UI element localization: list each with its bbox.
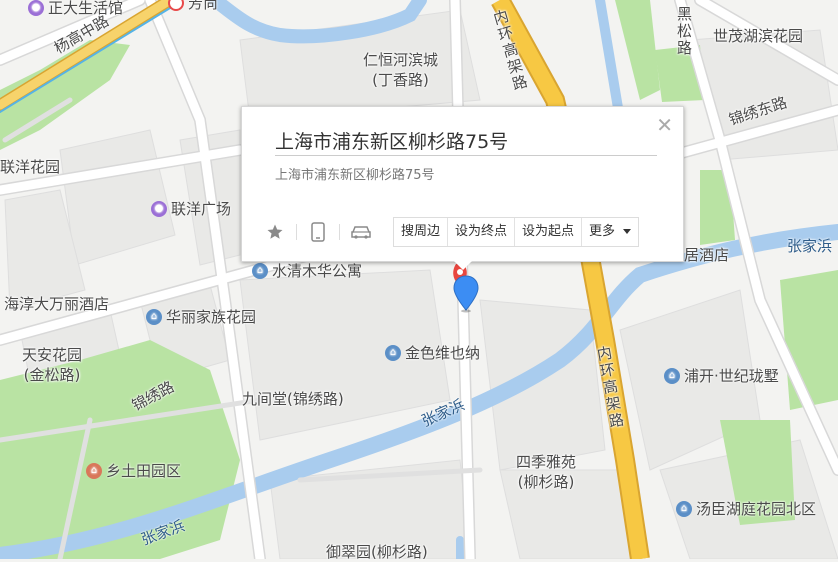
poi-pukai[interactable]: ⌂ 浦开·世纪珑墅 [664, 365, 779, 386]
place-yucuiyuan[interactable]: 御翠园(柳杉路) [326, 542, 428, 562]
poi-jinse[interactable]: ⌂ 金色维也纳 [385, 342, 480, 363]
residence-icon: ⌂ [385, 344, 401, 361]
icon-divider [339, 224, 340, 240]
more-dropdown-button[interactable]: 更多 [582, 218, 638, 246]
search-nearby-button[interactable]: 搜周边 [394, 218, 449, 246]
info-popup: 上海市浦东新区柳杉路75号 ✕ 上海市浦东新区柳杉路75号 搜周边 设为终点 设… [241, 106, 684, 270]
place-lianyang-garden[interactable]: 联洋花园 [0, 157, 60, 177]
dropdown-caret-icon [623, 229, 632, 234]
place-jiujiantang[interactable]: 九间堂(锦绣路) [242, 389, 344, 409]
popup-icon-row [264, 221, 372, 243]
scenic-icon: ⌂ [86, 462, 102, 479]
popup-pointer [454, 261, 472, 270]
water-label-zhangjiabang-3: 张家浜 [787, 237, 833, 255]
poi-fangshang[interactable]: 芳尚 [168, 0, 218, 13]
residence-icon: ⌂ [146, 308, 162, 325]
residence-icon: ⌂ [676, 500, 692, 517]
residence-icon: ⌂ [252, 262, 268, 279]
popup-divider [275, 155, 657, 156]
star-icon[interactable] [264, 221, 286, 243]
place-sijiyayuan[interactable]: 四季雅苑 (柳杉路) [516, 452, 576, 492]
shopping-icon: ● [151, 200, 167, 217]
close-icon[interactable]: ✕ [656, 115, 673, 135]
place-shimao[interactable]: 世茂湖滨花园 [713, 26, 803, 46]
place-tianan[interactable]: 天安花园 (金松路) [22, 345, 82, 385]
popup-actions: 搜周边 设为终点 设为起点 更多 [393, 217, 640, 247]
shopping-icon: ● [28, 0, 44, 16]
popup-address: 上海市浦东新区柳杉路75号 [275, 168, 435, 183]
car-icon[interactable] [350, 221, 372, 243]
phone-icon[interactable] [307, 221, 329, 243]
poi-lianyang-plaza[interactable]: ● 联洋广场 [151, 198, 231, 219]
residence-icon: ⌂ [664, 367, 680, 384]
poi-shuiqing[interactable]: ⌂ 水清木华公寓 [252, 260, 362, 281]
metro-icon [168, 0, 184, 11]
set-origin-button[interactable]: 设为起点 [515, 218, 583, 246]
place-hotel-right[interactable]: 居酒店 [684, 245, 729, 265]
set-destination-button[interactable]: 设为终点 [448, 218, 516, 246]
popup-title: 上海市浦东新区柳杉路75号 [275, 131, 509, 153]
poi-huali[interactable]: ⌂ 华丽家族花园 [146, 306, 256, 327]
poi-tangchen[interactable]: ⌂ 汤臣湖庭花园北区 [676, 498, 816, 519]
place-renheng[interactable]: 仁恒河滨城 (丁香路) [363, 50, 438, 90]
icon-divider [296, 224, 297, 240]
poi-zhengda[interactable]: ● 正大生活馆 [28, 0, 123, 18]
poi-xiangtutian[interactable]: ⌂ 乡土田园区 [86, 460, 181, 481]
place-hotel-left[interactable]: 海淳大万丽酒店 [4, 294, 109, 314]
road-label-heisong: 黑松路 [675, 6, 693, 57]
